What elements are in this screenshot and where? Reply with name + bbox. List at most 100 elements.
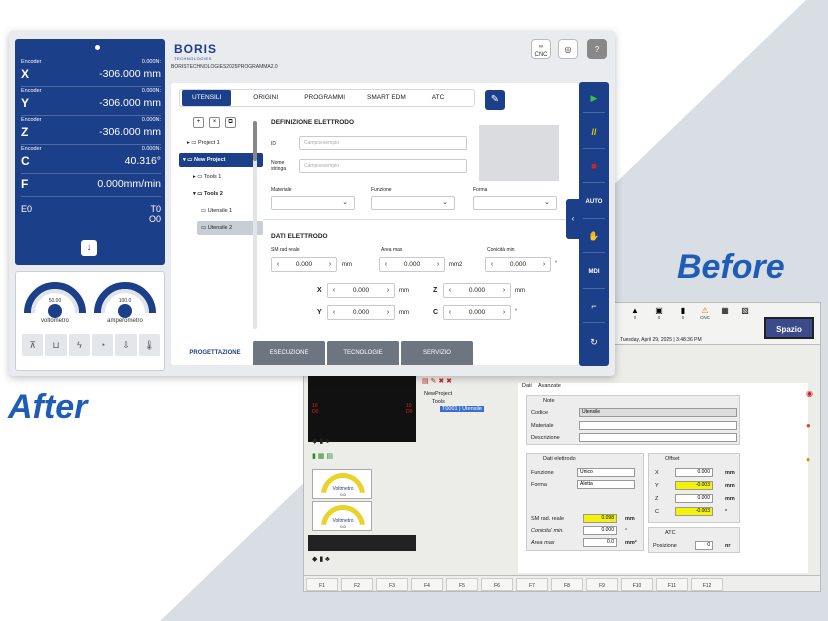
id-input[interactable]: Campoesempio [299, 136, 467, 150]
tab-smart-edm[interactable]: SMART EDM [355, 90, 416, 106]
nome-input[interactable]: Campoesempio [299, 159, 467, 173]
fkey-button[interactable]: F9 [586, 578, 618, 591]
before-thumb-strip[interactable] [308, 535, 416, 551]
thermometer-icon[interactable]: 🌡 [138, 334, 160, 356]
steps-icon[interactable]: ⌐ [584, 296, 604, 316]
materiale-select[interactable]: ⌄ [271, 196, 355, 210]
area-stepper[interactable]: ‹ 0.000 › [379, 257, 445, 272]
encoder-row-f: F 0.000mm/min [21, 173, 161, 197]
chevron-down-icon: ⌄ [342, 199, 348, 206]
before-tab-avanzate[interactable]: Avanzate [538, 383, 561, 389]
tab-tecnologie[interactable]: TECNOLOGIE [327, 341, 399, 365]
tool-icon[interactable]: ▮ 0 [676, 306, 690, 320]
cnc-button[interactable]: ∞ CNC [531, 39, 551, 59]
pin-icon[interactable]: ✎ [485, 90, 505, 110]
play-icon[interactable]: ▶ [584, 88, 604, 108]
tool-x-icon[interactable]: ⊼ [22, 334, 44, 356]
arrow-down-button[interactable]: ↓ [81, 240, 97, 256]
tree-item-tools-1[interactable]: ▸ ▭ Tools 1 [189, 170, 263, 184]
sm-stepper[interactable]: ‹ 0.000 › [271, 257, 337, 272]
posizione-field[interactable]: 0 [695, 541, 713, 550]
tool-icon[interactable]: ▧ [738, 306, 752, 315]
tree-scrollbar-thumb[interactable] [253, 121, 257, 161]
tab-atc[interactable]: ATC [416, 90, 455, 106]
before-tool-icons[interactable]: ◆ ▮ ♣ [312, 437, 330, 445]
fkey-button[interactable]: F3 [376, 578, 408, 591]
side-icon[interactable]: ● [806, 421, 820, 430]
offset-y[interactable]: -0.003 [675, 481, 713, 490]
z-stepper[interactable]: ‹ 0.000 › [443, 283, 511, 298]
fkey-button[interactable]: F6 [481, 578, 513, 591]
refresh-icon[interactable]: ↻ [584, 332, 604, 352]
conicita-field[interactable]: 0.000 [583, 526, 617, 535]
tree-item-new-project[interactable]: ▾ ▭ New Project [179, 153, 263, 167]
funzione-select[interactable]: Unico [577, 468, 635, 477]
remove-icon[interactable]: × [209, 117, 220, 128]
tab-esecuzione[interactable]: ESECUZIONE [253, 341, 325, 365]
tab-progettazione[interactable]: PROGETTAZIONE [179, 341, 251, 365]
fkey-button[interactable]: F4 [411, 578, 443, 591]
settings-button[interactable]: ◎ [558, 39, 578, 59]
tree-item-tools-2[interactable]: ▾ ▭ Tools 2 [189, 187, 263, 201]
offset-z[interactable]: 0.000 [675, 494, 713, 503]
copy-icon[interactable]: ⧉ [225, 117, 236, 128]
codice-field[interactable]: Utensile [579, 408, 737, 417]
before-tree-item-selected[interactable]: T0001 | Utensile [440, 406, 484, 412]
before-tool-icons-2[interactable]: ▮ ▦ ▤ [312, 452, 333, 460]
collapse-panel-button[interactable]: ‹ [566, 199, 580, 239]
area-field[interactable]: 0.0 [583, 538, 617, 547]
conicita-stepper[interactable]: ‹ 0.000 › [485, 257, 551, 272]
gauge-panel: 50.00 voltometro 100.0 amperometro ⊼ ⊔ ϟ… [15, 271, 165, 371]
sm-field[interactable]: 0.098 [583, 514, 617, 523]
tool-icon[interactable]: ▲ 0 [628, 306, 642, 320]
before-bottom-icons[interactable]: ◆ ▮ ♣ [312, 555, 330, 563]
tree-item-project-1[interactable]: ▸ ▭ Project 1 [183, 136, 263, 150]
side-icon[interactable]: ♦ [806, 455, 820, 464]
fkey-button[interactable]: F5 [446, 578, 478, 591]
fkey-button[interactable]: F1 [306, 578, 338, 591]
c-unit: ° [515, 309, 518, 315]
materiale-field[interactable] [579, 421, 737, 430]
side-icon[interactable]: ◉ [806, 389, 820, 398]
tool-icon[interactable]: ▦ [718, 306, 732, 315]
y-stepper[interactable]: ‹ 0.000 › [327, 305, 395, 320]
add-icon[interactable]: + [193, 117, 204, 128]
tray-icon[interactable]: ⊔ [45, 334, 67, 356]
stop-icon[interactable]: ■ [584, 156, 604, 176]
funzione-select[interactable]: ⌄ [371, 196, 455, 210]
fkey-button[interactable]: F2 [341, 578, 373, 591]
sm-label: SM rad reale [271, 247, 300, 253]
offset-c[interactable]: -0.003 [675, 507, 713, 516]
tool-icon[interactable]: ▣ 0 [652, 306, 666, 320]
offset-x[interactable]: 0.000 [675, 468, 713, 477]
tab-utensili[interactable]: UTENSILI [182, 90, 232, 106]
sm-unit: mm [342, 262, 352, 268]
forma-select[interactable]: ⌄ [473, 196, 557, 210]
tab-servizio[interactable]: SERVIZIO [401, 341, 473, 365]
fkey-button[interactable]: F7 [516, 578, 548, 591]
pause-icon[interactable]: // [584, 122, 604, 142]
fkey-button[interactable]: F8 [551, 578, 583, 591]
fkey-button[interactable]: F10 [621, 578, 653, 591]
download-icon[interactable]: ⇩ [115, 334, 137, 356]
forma-select[interactable]: Aletta [577, 480, 635, 489]
timer-icon[interactable]: ◔ [91, 334, 114, 356]
mdi-button[interactable]: MDI [584, 262, 604, 282]
c-stepper[interactable]: ‹ 0.000 › [443, 305, 511, 320]
amperometro-gauge: 100.0 [94, 282, 156, 318]
tab-programmi[interactable]: PROGRAMMI [288, 90, 355, 106]
help-button[interactable]: ? [587, 39, 607, 59]
warning-icon[interactable]: ⚠ CNC [698, 306, 712, 320]
before-tab-dati[interactable]: Dati [522, 383, 532, 389]
before-tree-item[interactable]: NewProject [424, 391, 452, 397]
tab-origini[interactable]: ORIGINI [231, 90, 288, 106]
hand-icon[interactable]: ✋ [584, 226, 604, 246]
before-tree-toolbar[interactable]: ▤ ✎ ✖ ✖ [422, 377, 452, 385]
before-tree-item[interactable]: Tools [432, 399, 445, 405]
auto-button[interactable]: AUTO [584, 192, 604, 212]
fkey-button[interactable]: F12 [691, 578, 723, 591]
fkey-button[interactable]: F11 [656, 578, 688, 591]
lightning-icon[interactable]: ϟ [68, 334, 90, 356]
x-stepper[interactable]: ‹ 0.000 › [327, 283, 395, 298]
descrizione-field[interactable] [579, 433, 737, 442]
